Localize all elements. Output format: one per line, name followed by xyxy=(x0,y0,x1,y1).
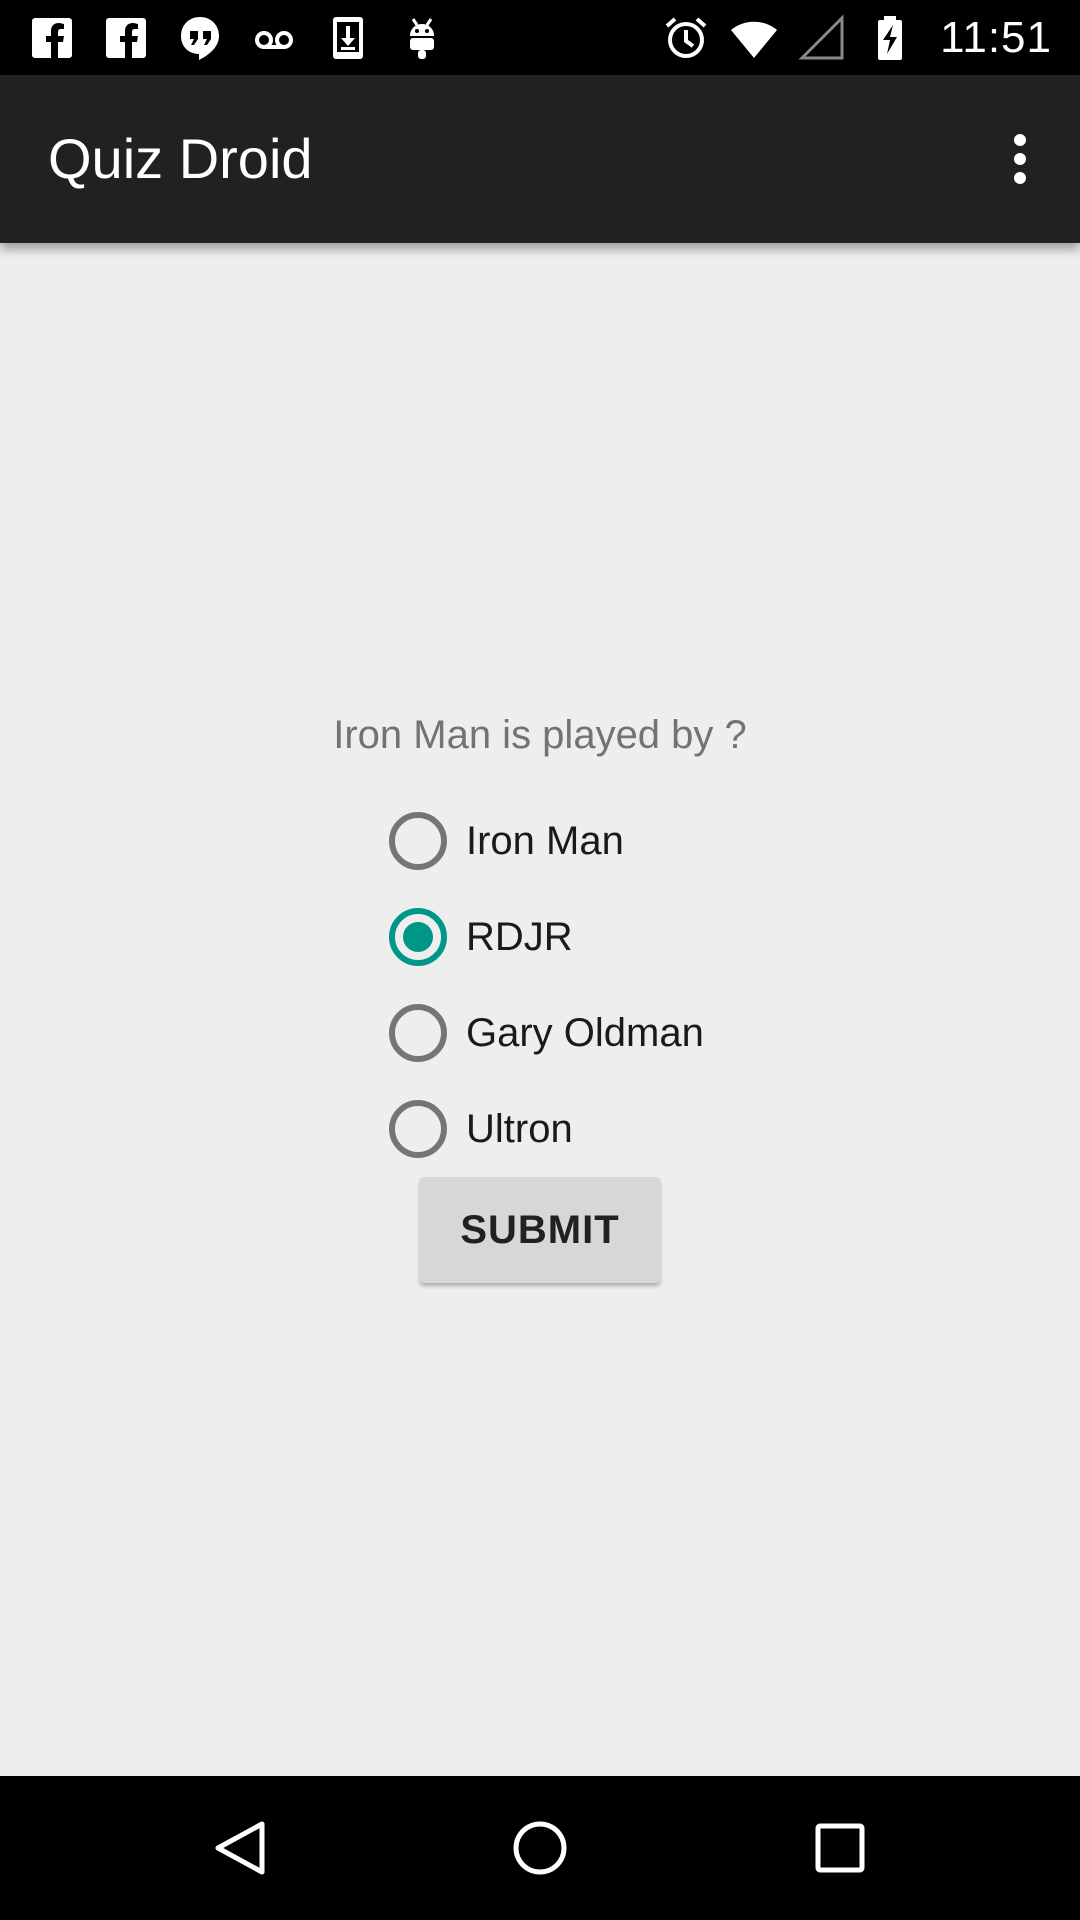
navigation-bar xyxy=(0,1776,1080,1920)
radio-option-iron-man[interactable]: Iron Man xyxy=(388,793,704,889)
hangouts-icon xyxy=(176,14,224,62)
back-icon[interactable] xyxy=(190,1798,290,1898)
voicemail-icon xyxy=(250,14,298,62)
radio-unchecked-icon[interactable] xyxy=(388,1099,448,1159)
radio-option-rdjr[interactable]: RDJR xyxy=(388,889,704,985)
submit-button[interactable]: SUBMIT xyxy=(420,1177,660,1283)
question-text: Iron Man is played by ? xyxy=(333,713,747,757)
recents-icon[interactable] xyxy=(790,1798,890,1898)
radio-option-ultron[interactable]: Ultron xyxy=(388,1081,704,1177)
radio-option-label: Gary Oldman xyxy=(466,1010,704,1055)
content-area: Iron Man is played by ? Iron Man RDJR Ga… xyxy=(0,243,1080,1776)
clock: 11:51 xyxy=(940,13,1052,62)
radio-checked-icon[interactable] xyxy=(388,907,448,967)
android-icon xyxy=(398,14,446,62)
facebook-icon xyxy=(102,14,150,62)
radio-unchecked-icon[interactable] xyxy=(388,811,448,871)
home-icon[interactable] xyxy=(490,1798,590,1898)
notification-icons xyxy=(28,12,446,64)
facebook-icon xyxy=(28,14,76,62)
battery-charging-icon xyxy=(866,14,914,62)
wifi-icon xyxy=(730,14,778,62)
download-icon xyxy=(324,14,372,62)
answer-radio-group: Iron Man RDJR Gary Oldman Ultron xyxy=(388,793,704,1177)
radio-option-label: Ultron xyxy=(466,1106,573,1151)
action-bar: Quiz Droid xyxy=(0,75,1080,243)
app-title: Quiz Droid xyxy=(48,127,313,190)
system-icons: 11:51 xyxy=(662,10,1052,66)
more-vert-icon[interactable] xyxy=(980,119,1060,199)
radio-option-label: RDJR xyxy=(466,914,573,959)
signal-icon xyxy=(798,14,846,62)
radio-option-label: Iron Man xyxy=(466,818,624,863)
alarm-icon xyxy=(662,14,710,62)
status-bar: 11:51 xyxy=(0,0,1080,75)
radio-unchecked-icon[interactable] xyxy=(388,1003,448,1063)
radio-option-gary-oldman[interactable]: Gary Oldman xyxy=(388,985,704,1081)
